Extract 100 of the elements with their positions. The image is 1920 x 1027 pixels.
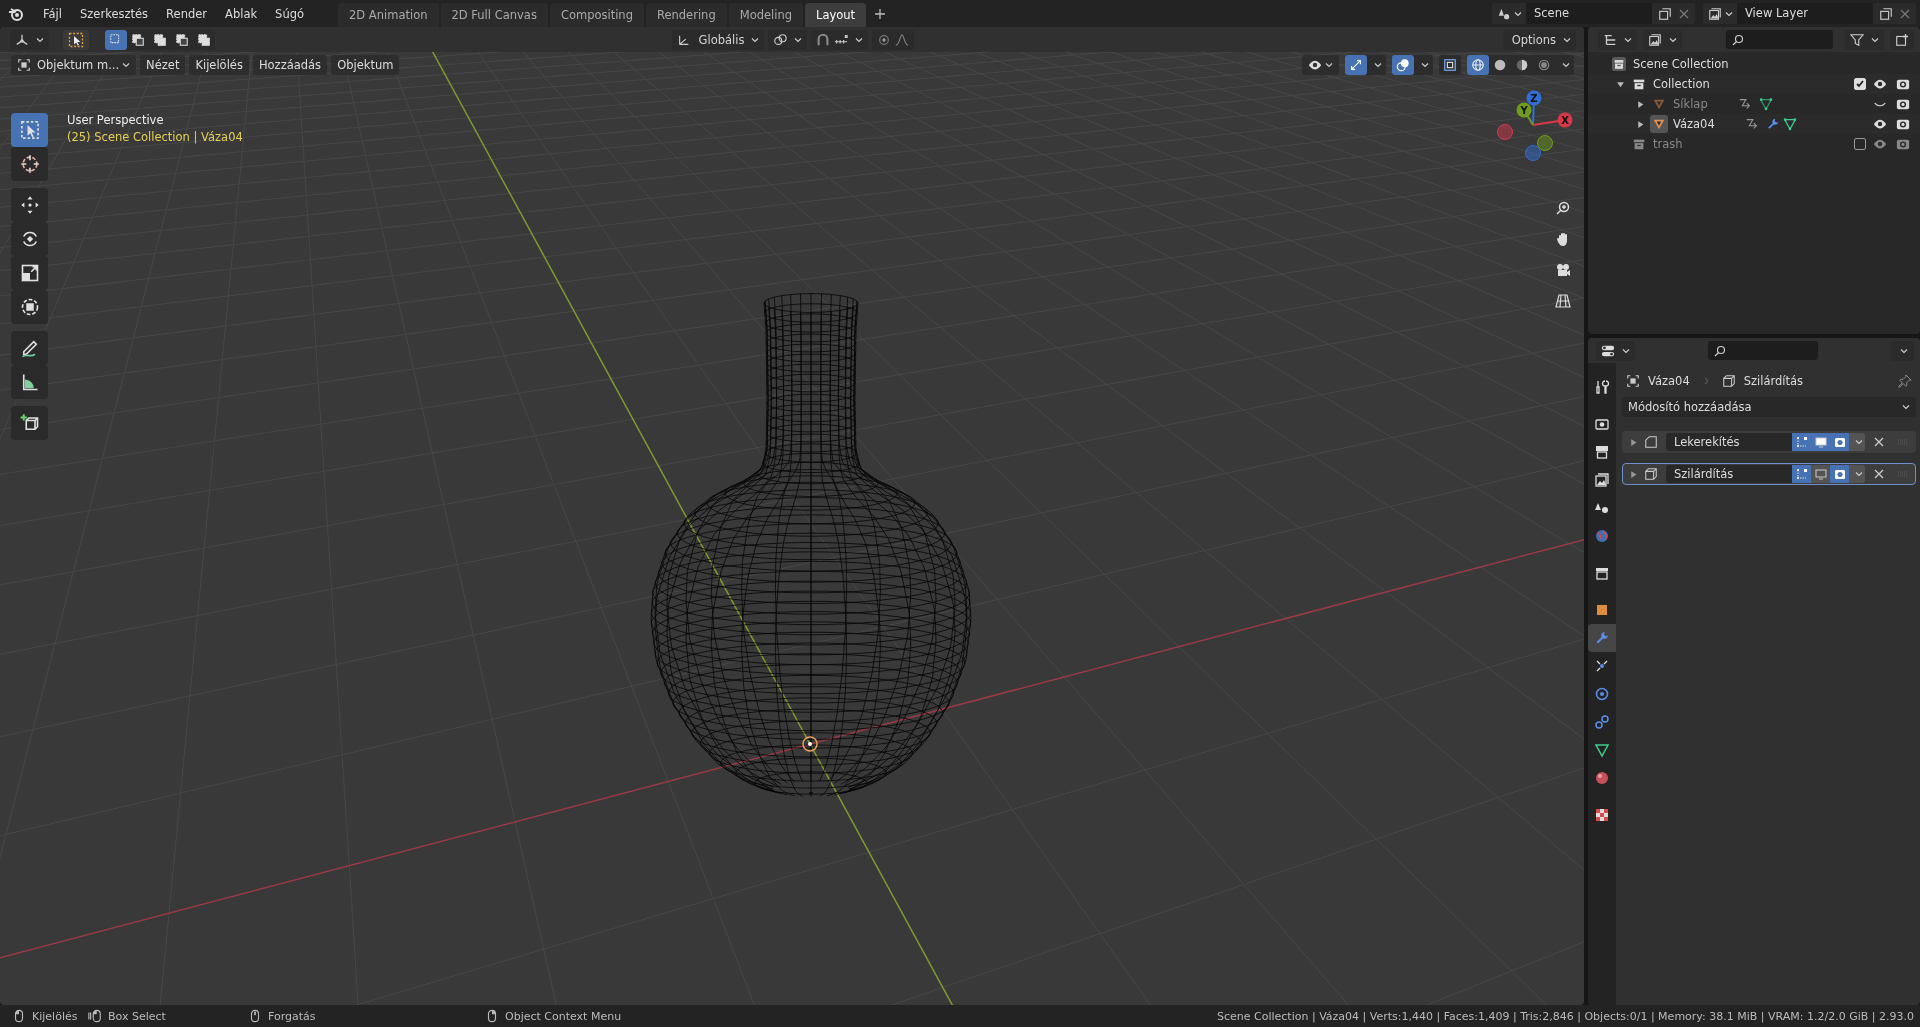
workspace-tab[interactable]: 2D Animation bbox=[338, 3, 439, 27]
outliner-item-name[interactable]: Váza04 bbox=[1673, 117, 1715, 131]
menu-item[interactable]: Render bbox=[157, 3, 217, 24]
tool-button[interactable] bbox=[11, 331, 48, 365]
workspace-tab[interactable]: Modeling bbox=[728, 3, 803, 27]
outliner-item-name[interactable]: Síklap bbox=[1673, 97, 1708, 111]
eye-icon[interactable] bbox=[1873, 117, 1887, 131]
tool-button[interactable] bbox=[11, 290, 48, 324]
edit-mode-toggle[interactable] bbox=[1792, 465, 1811, 483]
duplicate-icon[interactable] bbox=[1879, 6, 1893, 21]
modifier-name-field[interactable]: Lekerekítés bbox=[1666, 433, 1792, 451]
workspace-tab[interactable]: Compositing bbox=[549, 3, 644, 27]
menu-item[interactable]: Fájl bbox=[34, 3, 71, 24]
caret-icon[interactable] bbox=[1514, 9, 1522, 18]
blender-logo-icon[interactable] bbox=[8, 5, 24, 22]
render-toggle[interactable] bbox=[1830, 433, 1849, 451]
close-icon[interactable] bbox=[1899, 7, 1911, 20]
selection-mode-button[interactable] bbox=[105, 29, 127, 50]
images-icon[interactable] bbox=[1708, 6, 1722, 21]
display-mode-dropdown[interactable] bbox=[1598, 29, 1637, 50]
caret-icon bbox=[1374, 61, 1382, 69]
camera-icon[interactable] bbox=[1896, 97, 1910, 111]
gizmo-toggle[interactable] bbox=[1345, 55, 1367, 75]
gizmo-axis-handle[interactable] bbox=[1537, 135, 1553, 151]
menu-item[interactable]: Hozzáadás bbox=[252, 55, 328, 75]
workspace-tab[interactable]: Layout bbox=[805, 3, 867, 27]
search-field[interactable] bbox=[1708, 341, 1818, 360]
menu-item[interactable]: Súgó bbox=[266, 3, 314, 24]
tool-button[interactable] bbox=[11, 406, 48, 440]
wrench-icon[interactable] bbox=[1765, 117, 1780, 131]
viewport-toggle[interactable] bbox=[1811, 465, 1830, 483]
triangle-mesh-icon[interactable] bbox=[1782, 117, 1797, 131]
tool-button[interactable] bbox=[11, 147, 48, 181]
camera-icon[interactable] bbox=[1896, 117, 1910, 131]
menu-item[interactable]: Objektum bbox=[331, 55, 400, 75]
view-layer-field[interactable]: View Layer bbox=[1737, 3, 1873, 24]
orientation-dropdown[interactable]: Globális bbox=[671, 29, 765, 50]
expand-arrow-icon[interactable] bbox=[1629, 469, 1638, 479]
expand-arrow-icon[interactable] bbox=[1616, 79, 1625, 89]
select-tool-button[interactable] bbox=[63, 29, 89, 50]
visibility-dropdown[interactable] bbox=[1302, 55, 1339, 75]
outliner-item-icon[interactable] bbox=[1650, 115, 1668, 133]
workspace-tab[interactable]: Rendering bbox=[645, 3, 727, 27]
edit-mode-toggle[interactable] bbox=[1792, 433, 1811, 451]
new-collection-button[interactable] bbox=[1890, 29, 1914, 50]
gizmo-axis-handle[interactable]: X bbox=[1532, 112, 1573, 128]
outliner-item-icon[interactable] bbox=[1610, 55, 1628, 73]
render-toggle[interactable] bbox=[1830, 465, 1849, 483]
modifier-panel[interactable]: Lekerekítés bbox=[1622, 431, 1916, 453]
options-dropdown[interactable] bbox=[1891, 340, 1914, 361]
exclude-checkbox[interactable] bbox=[1854, 138, 1866, 150]
pin-icon[interactable] bbox=[1898, 374, 1912, 388]
modifier-menu-button[interactable] bbox=[1849, 465, 1865, 483]
view-layer-dropdown[interactable] bbox=[1643, 29, 1682, 50]
xray-toggle[interactable] bbox=[1439, 55, 1461, 75]
snap-button[interactable] bbox=[811, 29, 869, 50]
menu-item[interactable]: Nézet bbox=[140, 55, 186, 75]
outliner-item-name[interactable]: Collection bbox=[1653, 77, 1710, 91]
editor-type-button[interactable] bbox=[1596, 340, 1635, 361]
outliner-item-name[interactable]: trash bbox=[1653, 137, 1683, 151]
gizmo-axis-handle[interactable] bbox=[1497, 124, 1513, 140]
caret-icon[interactable] bbox=[1725, 9, 1733, 18]
modifier-name-field[interactable]: Szilárdítás bbox=[1666, 465, 1792, 483]
filter-dropdown[interactable] bbox=[1845, 29, 1884, 50]
add-modifier-dropdown[interactable]: Módosító hozzáadása bbox=[1622, 397, 1916, 417]
menu-item[interactable]: Szerkesztés bbox=[71, 3, 158, 24]
workspace-tab[interactable]: 2D Full Canvas bbox=[440, 3, 548, 27]
scale-icon bbox=[19, 263, 40, 283]
viewport-toggle[interactable] bbox=[1811, 433, 1830, 451]
cursor-icon bbox=[19, 154, 40, 174]
mouse-icon bbox=[12, 1009, 26, 1023]
outliner-item-name[interactable]: Scene Collection bbox=[1633, 57, 1729, 71]
search-field[interactable] bbox=[1726, 30, 1833, 49]
tool-button[interactable] bbox=[11, 188, 48, 222]
editor-type-button[interactable] bbox=[10, 29, 49, 50]
close-icon[interactable] bbox=[1873, 468, 1885, 480]
expand-arrow-icon[interactable] bbox=[1629, 437, 1638, 447]
close-icon[interactable] bbox=[1873, 436, 1885, 448]
modifier-panel[interactable]: Szilárdítás bbox=[1622, 463, 1916, 485]
gizmo-axis-handle[interactable] bbox=[1525, 145, 1541, 161]
overlays-toggle[interactable] bbox=[1392, 55, 1414, 75]
scene-icon[interactable] bbox=[1497, 6, 1511, 21]
camera-icon[interactable] bbox=[1896, 77, 1910, 91]
mode-dropdown[interactable]: Objektum m... bbox=[11, 55, 137, 75]
scene-field[interactable]: Scene bbox=[1526, 3, 1652, 24]
menu-item[interactable]: Ablak bbox=[216, 3, 267, 24]
expand-arrow-icon[interactable] bbox=[1636, 119, 1645, 129]
pivot-dropdown[interactable] bbox=[768, 29, 808, 50]
close-icon[interactable] bbox=[1678, 7, 1690, 20]
tool-icon bbox=[1594, 379, 1610, 395]
proportional-editing-button[interactable] bbox=[872, 29, 915, 50]
eye-icon[interactable] bbox=[1873, 77, 1887, 91]
expand-arrow-icon[interactable] bbox=[1636, 99, 1645, 109]
options-dropdown[interactable]: Options bbox=[1502, 29, 1576, 50]
shading-button[interactable] bbox=[1467, 55, 1489, 75]
modifier-menu-button[interactable] bbox=[1849, 433, 1865, 451]
tool-button[interactable] bbox=[11, 365, 48, 399]
duplicate-icon[interactable] bbox=[1658, 6, 1672, 21]
menu-item[interactable]: Kijelölés bbox=[189, 55, 249, 75]
triangle-mesh-icon[interactable] bbox=[1758, 97, 1773, 111]
